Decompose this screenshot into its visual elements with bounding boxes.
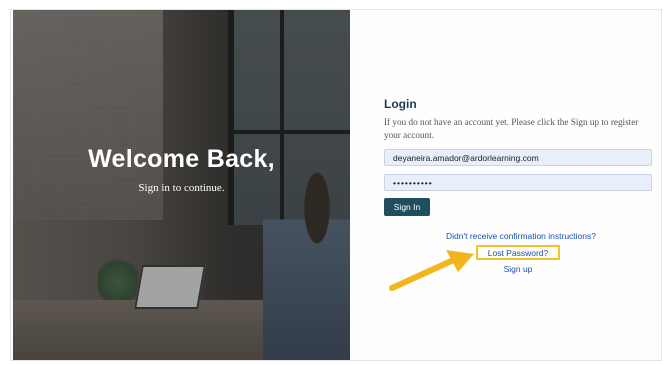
annotation-arrow-icon [389, 250, 474, 291]
welcome-heading: Welcome Back, [88, 145, 275, 173]
sign-in-button[interactable]: Sign In [384, 198, 430, 216]
login-title: Login [384, 97, 417, 111]
sign-up-link[interactable]: Sign up [486, 264, 550, 274]
login-description: If you do not have an account yet. Pleas… [384, 117, 639, 140]
email-field[interactable] [384, 149, 652, 166]
welcome-subtitle: Sign in to continue. [138, 182, 225, 194]
password-field[interactable] [384, 174, 652, 191]
confirmation-instructions-link[interactable]: Didn't receive confirmation instructions… [423, 231, 619, 241]
lost-password-link[interactable]: Lost Password? [476, 245, 560, 260]
